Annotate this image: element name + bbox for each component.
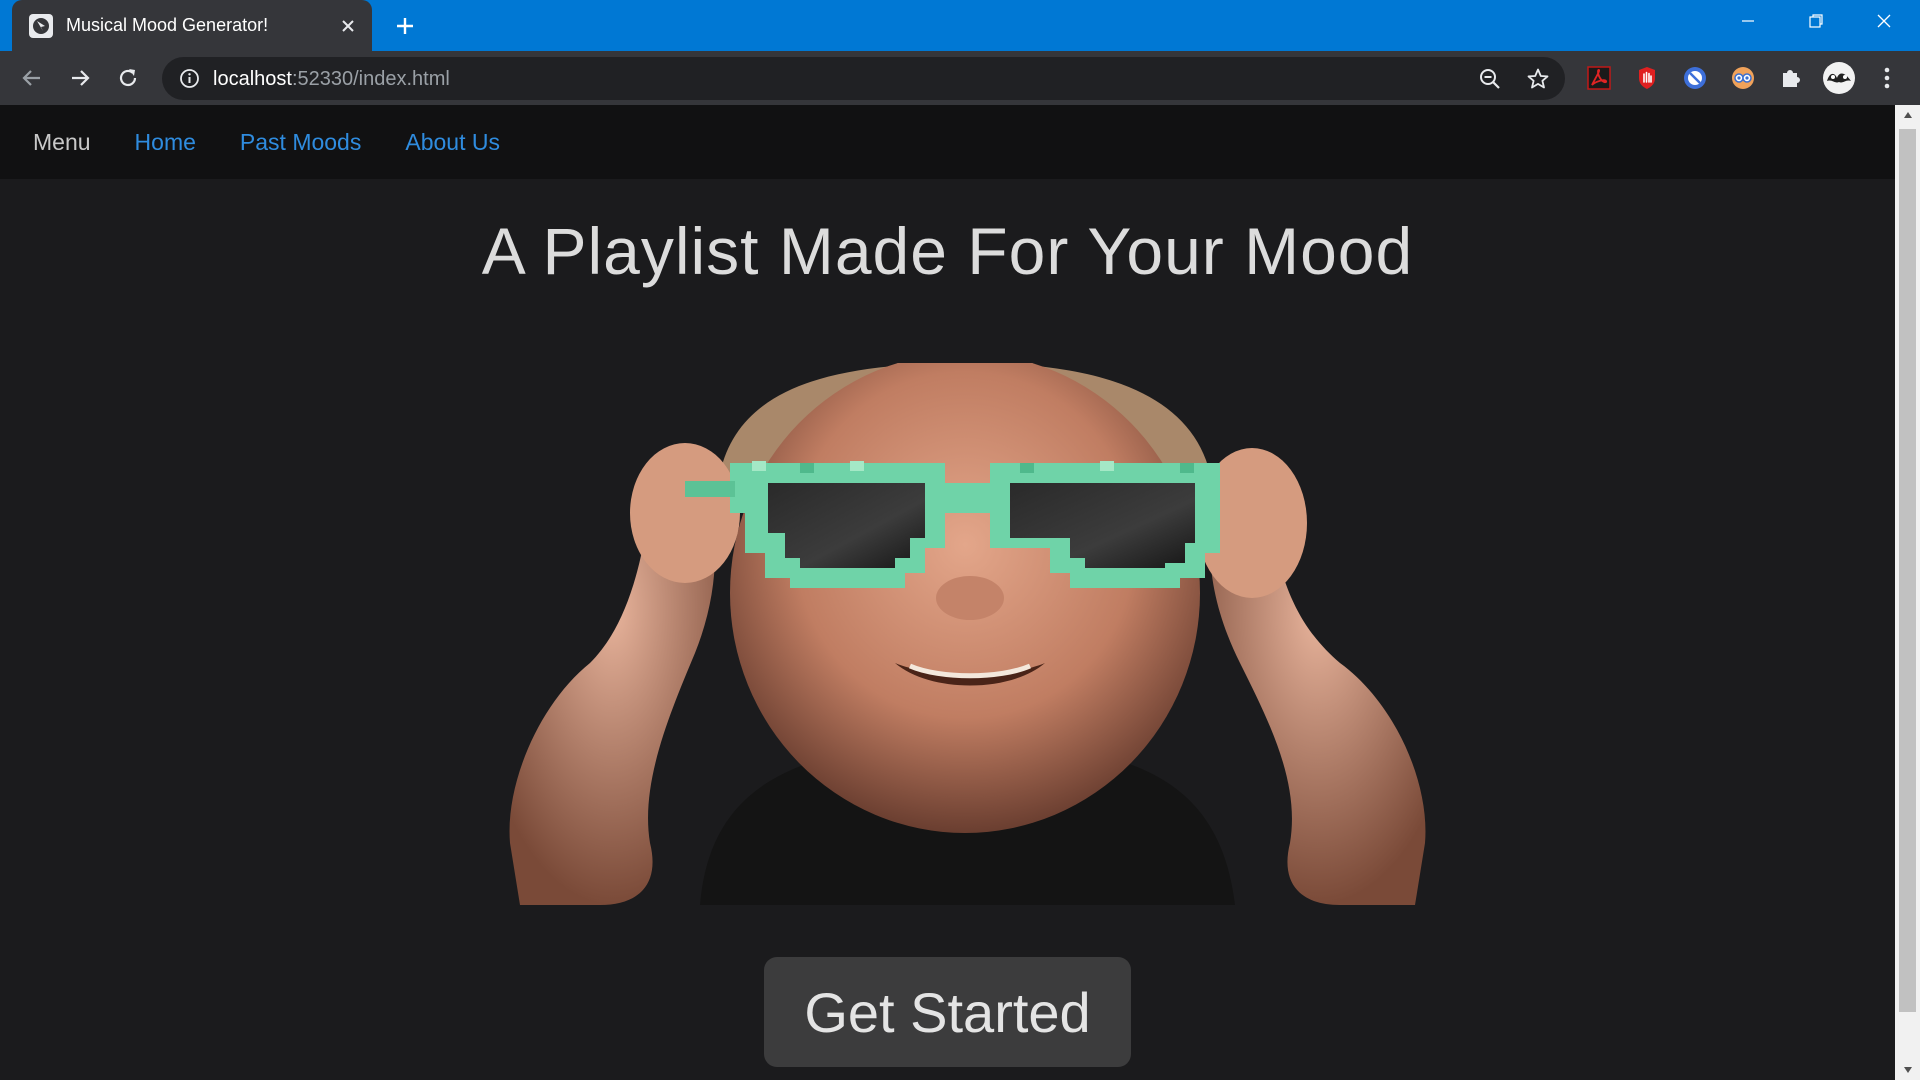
browser-title-bar: Musical Mood Generator! [0, 0, 1920, 51]
nav-link-home[interactable]: Home [135, 129, 196, 156]
pdf-icon[interactable] [1584, 63, 1614, 93]
puzzle-icon[interactable] [1776, 63, 1806, 93]
url-host: localhost [213, 68, 292, 90]
plus-icon[interactable] [390, 11, 420, 41]
hand-stop-icon[interactable] [1632, 63, 1662, 93]
url-text: localhost:52330/index.html [213, 68, 450, 91]
nav-link-about-us[interactable]: About Us [405, 129, 500, 156]
site-navbar: Menu Home Past Moods About Us [0, 105, 1895, 179]
scroll-up-icon[interactable] [1895, 105, 1920, 125]
restore-icon[interactable] [1782, 0, 1850, 42]
reload-icon[interactable] [112, 62, 144, 94]
scroll-down-icon[interactable] [1895, 1060, 1920, 1080]
forward-icon[interactable] [64, 62, 96, 94]
zoom-out-icon[interactable] [1478, 67, 1502, 91]
star-icon[interactable] [1526, 67, 1550, 91]
back-icon[interactable] [16, 62, 48, 94]
nav-menu-label[interactable]: Menu [33, 129, 91, 156]
scroll-thumb[interactable] [1899, 129, 1916, 1012]
info-icon[interactable] [179, 68, 200, 89]
page-scrollbar[interactable] [1895, 105, 1920, 1080]
hero-image [500, 363, 1435, 905]
profile-avatar-icon[interactable] [1822, 61, 1856, 95]
browser-tab[interactable]: Musical Mood Generator! [12, 0, 372, 51]
close-window-icon[interactable] [1850, 0, 1918, 42]
page-content: Menu Home Past Moods About Us A Playlist… [0, 105, 1895, 1080]
eyes-extension-icon[interactable] [1728, 63, 1758, 93]
minimize-icon[interactable] [1714, 0, 1782, 42]
close-icon[interactable] [336, 14, 360, 38]
browser-toolbar: localhost:52330/index.html [0, 51, 1920, 105]
more-vert-icon[interactable] [1872, 63, 1902, 93]
nav-link-past-moods[interactable]: Past Moods [240, 129, 361, 156]
get-started-button[interactable]: Get Started [764, 957, 1131, 1067]
url-path: :52330/index.html [291, 68, 450, 90]
page-title: A Playlist Made For Your Mood [481, 214, 1414, 288]
favicon-icon [29, 13, 53, 38]
block-icon[interactable] [1680, 63, 1710, 93]
tab-title: Musical Mood Generator! [66, 15, 269, 35]
address-bar[interactable]: localhost:52330/index.html [162, 57, 1565, 100]
